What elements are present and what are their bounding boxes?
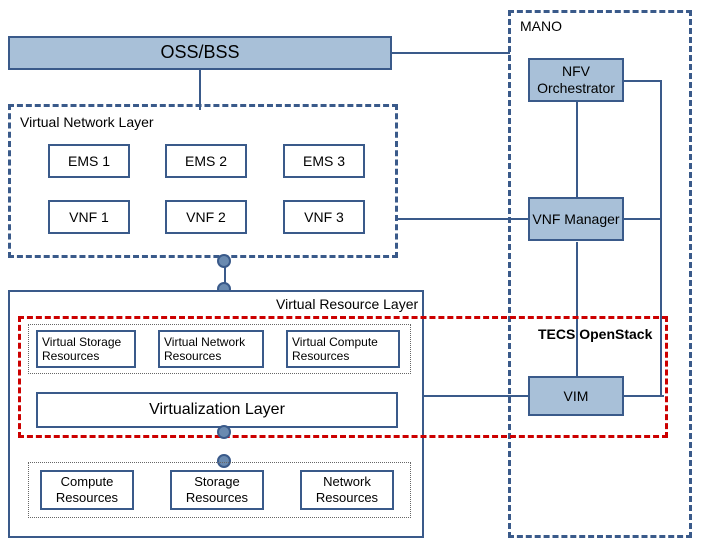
oss-bss-label: OSS/BSS: [160, 42, 239, 64]
vnf-3: VNF 3: [283, 200, 365, 234]
ems-3-label: EMS 3: [303, 153, 345, 170]
vrl-label: Virtual Resource Layer: [276, 296, 418, 312]
vnf-2: VNF 2: [165, 200, 247, 234]
tecs-label: TECS OpenStack: [538, 326, 652, 342]
mano-label: MANO: [520, 18, 562, 34]
nfv-orchestrator-label: NFV Orchestrator: [530, 63, 622, 97]
virtualization-layer: Virtualization Layer: [36, 392, 398, 428]
storage-res: Storage Resources: [170, 470, 264, 510]
virtualization-layer-label: Virtualization Layer: [149, 400, 285, 419]
oss-bss-box: OSS/BSS: [8, 36, 392, 70]
vnf-manager: VNF Manager: [528, 197, 624, 241]
ems-3: EMS 3: [283, 144, 365, 178]
vim-label: VIM: [564, 388, 589, 405]
vnl-label: Virtual Network Layer: [20, 114, 154, 130]
storage-res-label: Storage Resources: [172, 474, 262, 505]
nfv-orchestrator: NFV Orchestrator: [528, 58, 624, 102]
virt-compute-res-label: Virtual Compute Resources: [292, 335, 398, 364]
ems-2-label: EMS 2: [185, 153, 227, 170]
vnf-1-label: VNF 1: [69, 209, 109, 226]
compute-res: Compute Resources: [40, 470, 134, 510]
vnf-1: VNF 1: [48, 200, 130, 234]
virt-network-res-label: Virtual Network Resources: [164, 335, 262, 364]
virt-storage-res: Virtual Storage Resources: [36, 330, 136, 368]
network-res-label: Network Resources: [302, 474, 392, 505]
vim: VIM: [528, 376, 624, 416]
vnf-manager-label: VNF Manager: [532, 211, 619, 228]
connector-circle: [217, 425, 231, 439]
ems-1: EMS 1: [48, 144, 130, 178]
virt-network-res: Virtual Network Resources: [158, 330, 264, 368]
ems-1-label: EMS 1: [68, 153, 110, 170]
vnf-3-label: VNF 3: [304, 209, 344, 226]
ems-2: EMS 2: [165, 144, 247, 178]
network-res: Network Resources: [300, 470, 394, 510]
compute-res-label: Compute Resources: [42, 474, 132, 505]
line-oss-mano: [392, 52, 510, 54]
virt-storage-res-label: Virtual Storage Resources: [42, 335, 134, 364]
virt-compute-res: Virtual Compute Resources: [286, 330, 400, 368]
connector-circle: [217, 254, 231, 268]
vnf-2-label: VNF 2: [186, 209, 226, 226]
